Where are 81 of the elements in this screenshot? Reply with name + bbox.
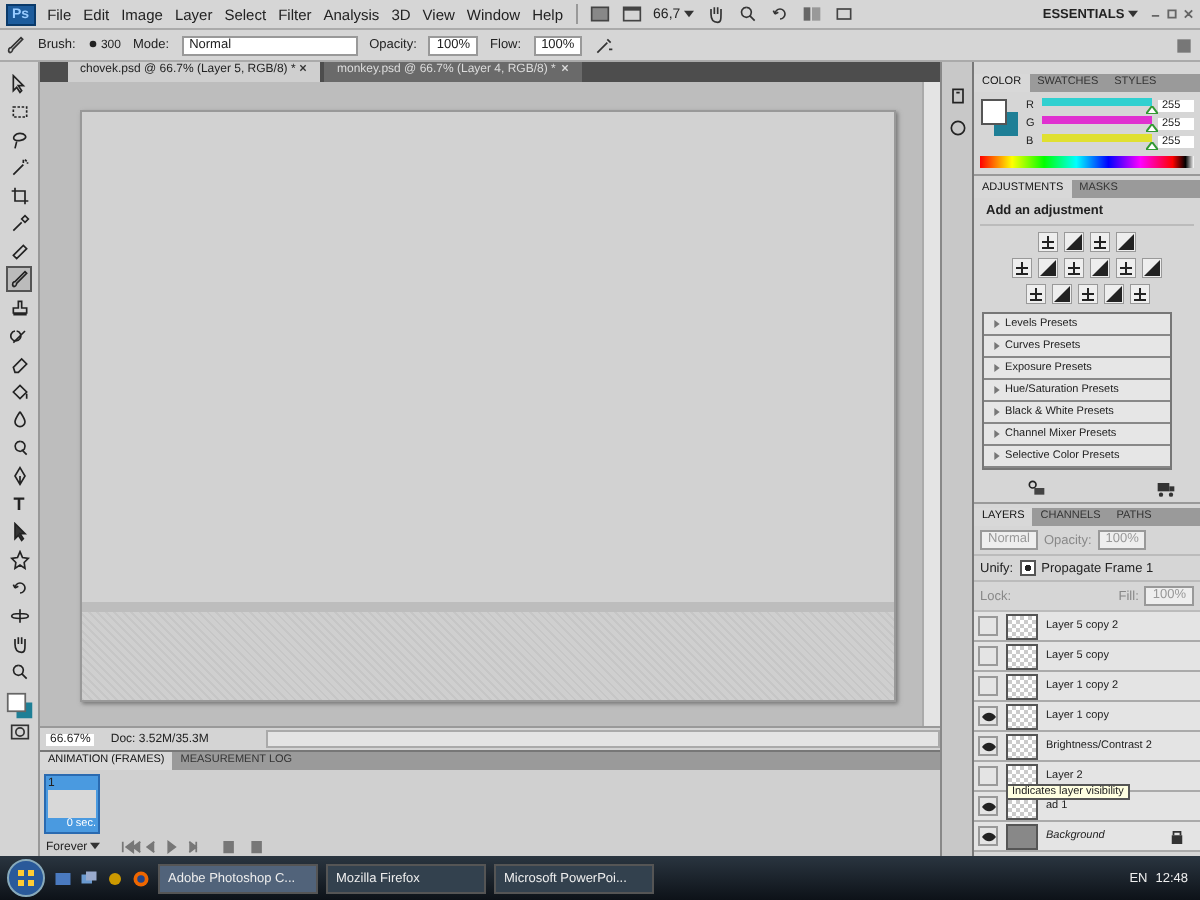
screen-icon[interactable] bbox=[834, 4, 855, 24]
eyedropper-icon bbox=[9, 213, 29, 233]
layer-thumbnail bbox=[1006, 643, 1038, 669]
tool-button[interactable]: T bbox=[6, 490, 32, 516]
eye-icon bbox=[981, 741, 995, 751]
expand-triangle-icon[interactable] bbox=[992, 429, 1002, 438]
color-swatches-icon[interactable] bbox=[980, 98, 1020, 138]
caret-icon bbox=[1128, 9, 1138, 18]
expand-triangle-icon[interactable] bbox=[992, 363, 1002, 372]
expand-triangle-icon[interactable] bbox=[992, 385, 1002, 394]
move-arrow-icon bbox=[9, 73, 29, 93]
airbrush-icon[interactable] bbox=[594, 35, 615, 55]
actions-icon[interactable] bbox=[947, 118, 967, 138]
stamp-icon bbox=[9, 297, 29, 317]
layer-thumbnail bbox=[1006, 733, 1038, 759]
pen-icon bbox=[9, 465, 29, 485]
desktop-icon[interactable] bbox=[54, 869, 72, 887]
arrange-icon[interactable] bbox=[802, 4, 823, 24]
history-brush-icon bbox=[9, 325, 29, 345]
drop-icon bbox=[9, 409, 29, 429]
visibility-toggle[interactable] bbox=[978, 766, 998, 786]
crop-icon bbox=[9, 185, 29, 205]
color-spectrum[interactable] bbox=[980, 156, 1194, 168]
layer-thumbnail bbox=[1006, 673, 1038, 699]
brush-icon bbox=[9, 269, 29, 289]
zoom-icon[interactable] bbox=[738, 4, 759, 24]
layer-thumbnail bbox=[1006, 703, 1038, 729]
visibility-toggle[interactable] bbox=[978, 616, 998, 636]
bucket-icon bbox=[9, 381, 29, 401]
wand-icon bbox=[9, 157, 29, 177]
visibility-toggle[interactable] bbox=[978, 676, 998, 696]
bandage-icon bbox=[9, 241, 29, 261]
propagate-checkbox[interactable] bbox=[1019, 560, 1036, 576]
close-icon[interactable] bbox=[298, 64, 309, 73]
globe-icon[interactable] bbox=[132, 869, 150, 887]
hand-icon[interactable] bbox=[706, 4, 727, 24]
path-arrow-icon bbox=[9, 521, 29, 541]
history-icon[interactable] bbox=[947, 86, 967, 106]
orbit-icon bbox=[9, 605, 29, 625]
screen-mode-icon[interactable] bbox=[621, 4, 642, 24]
lasso-icon bbox=[9, 129, 29, 149]
caret-icon bbox=[684, 9, 695, 18]
dodge-icon bbox=[9, 437, 29, 457]
slider-thumb[interactable] bbox=[1146, 106, 1158, 114]
windows-icon[interactable] bbox=[80, 869, 98, 887]
eye-icon bbox=[981, 711, 995, 721]
eraser-icon bbox=[9, 353, 29, 373]
rotate-icon bbox=[9, 577, 29, 597]
expand-triangle-icon[interactable] bbox=[992, 319, 1002, 328]
caret-icon bbox=[90, 841, 101, 850]
eye-icon bbox=[981, 801, 995, 811]
dot-icon bbox=[87, 39, 98, 48]
truck-icon[interactable] bbox=[1156, 478, 1176, 498]
lock-icon bbox=[1170, 829, 1184, 843]
zoom-icon bbox=[9, 661, 29, 681]
visibility-toggle[interactable] bbox=[978, 826, 998, 846]
dashed-rectangle-icon bbox=[9, 101, 29, 121]
scrollbar[interactable] bbox=[266, 730, 940, 748]
visibility-toggle[interactable] bbox=[978, 706, 998, 726]
expand-triangle-icon[interactable] bbox=[992, 407, 1002, 416]
slider-thumb[interactable] bbox=[1146, 142, 1158, 150]
star-icon bbox=[9, 549, 29, 569]
hand-icon bbox=[9, 633, 29, 653]
frame-thumbnail bbox=[48, 790, 96, 818]
expand-triangle-icon[interactable] bbox=[992, 341, 1002, 350]
visibility-toggle[interactable] bbox=[978, 646, 998, 666]
quick-mask-icon[interactable] bbox=[9, 722, 29, 742]
eye-icon bbox=[981, 831, 995, 841]
rotate-view-icon[interactable] bbox=[770, 4, 791, 24]
expand-triangle-icon[interactable] bbox=[992, 451, 1002, 460]
brush-icon[interactable] bbox=[6, 35, 26, 55]
window-controls-icon[interactable] bbox=[1150, 6, 1194, 22]
visibility-toggle[interactable] bbox=[978, 736, 998, 756]
start-button[interactable] bbox=[6, 858, 46, 898]
panel-icon[interactable] bbox=[1174, 35, 1194, 55]
slider-thumb[interactable] bbox=[1146, 124, 1158, 132]
color-swatches-icon[interactable] bbox=[5, 692, 33, 720]
layer-thumbnail bbox=[1006, 823, 1038, 849]
scrollbar[interactable] bbox=[922, 82, 940, 726]
layer-thumbnail bbox=[1006, 613, 1038, 639]
visibility-toggle[interactable] bbox=[978, 796, 998, 816]
